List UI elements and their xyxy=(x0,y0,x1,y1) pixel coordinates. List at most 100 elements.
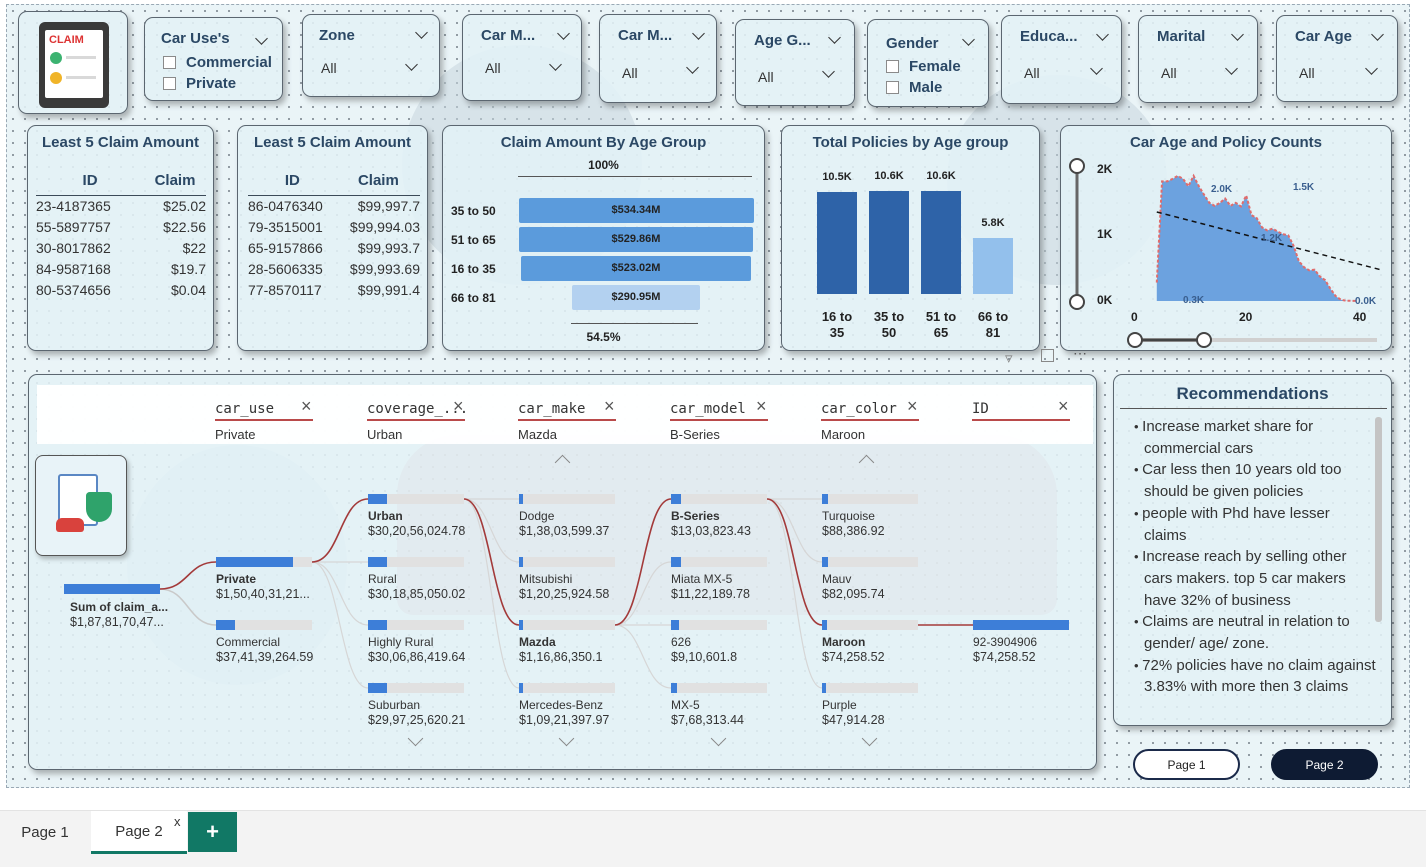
car-age-slicer[interactable]: Car Age All xyxy=(1276,15,1398,102)
node-bar[interactable] xyxy=(519,557,523,567)
node-bar[interactable] xyxy=(671,557,681,567)
page2-nav-button[interactable]: Page 2 xyxy=(1271,749,1378,780)
node-bar-track[interactable] xyxy=(822,620,918,630)
policy-bar[interactable] xyxy=(869,191,909,294)
table-row[interactable]: 65-9157866 $99,993.7 xyxy=(248,238,420,259)
node-bar-track[interactable] xyxy=(822,494,918,504)
node-bar-track[interactable] xyxy=(519,494,615,504)
more-options-icon[interactable]: ⋯ xyxy=(1073,345,1088,362)
focus-mode-icon[interactable] xyxy=(1041,349,1054,362)
funnel-bar[interactable]: $290.95M xyxy=(572,285,700,310)
chevron-down-icon[interactable] xyxy=(962,33,975,46)
table-row[interactable]: 28-5606335 $99,993.69 xyxy=(248,259,420,280)
slicer-value[interactable]: All xyxy=(321,60,337,76)
column-header-claim[interactable]: Claim xyxy=(144,172,206,196)
page1-nav-button[interactable]: Page 1 xyxy=(1133,749,1240,780)
node-bar[interactable] xyxy=(671,620,679,630)
column-header-id[interactable]: ID xyxy=(248,172,337,196)
table-row[interactable]: 23-4187365 $25.02 xyxy=(36,196,206,218)
table-row[interactable]: 84-9587168 $19.7 xyxy=(36,259,206,280)
node-bar[interactable] xyxy=(973,620,1069,630)
node-bar-track[interactable] xyxy=(519,683,615,693)
chevron-down-icon[interactable] xyxy=(255,32,268,45)
age-group-slicer[interactable]: Age G... All xyxy=(735,19,855,106)
slicer-value[interactable]: All xyxy=(1299,65,1315,81)
table-row[interactable]: 80-5374656 $0.04 xyxy=(36,280,206,301)
node-bar[interactable] xyxy=(671,683,677,693)
filter-icon[interactable]: ▿ xyxy=(1005,349,1013,367)
chevron-down-icon[interactable] xyxy=(1096,28,1109,41)
chevron-down-icon[interactable] xyxy=(1371,28,1384,41)
node-bar-track[interactable] xyxy=(519,557,615,567)
node-bar[interactable] xyxy=(519,494,523,504)
node-bar[interactable] xyxy=(216,620,236,630)
node-bar[interactable] xyxy=(822,683,826,693)
slicer-option-private[interactable]: Private xyxy=(163,75,236,92)
slider-handle[interactable] xyxy=(1069,158,1085,174)
node-bar[interactable] xyxy=(822,620,827,630)
policy-bar[interactable] xyxy=(921,191,961,294)
slicer-option-male[interactable]: Male xyxy=(886,79,942,96)
chevron-down-icon[interactable] xyxy=(1225,62,1238,75)
node-bar[interactable] xyxy=(671,494,681,504)
slicer-value[interactable]: All xyxy=(758,69,774,85)
education-slicer[interactable]: Educa... All xyxy=(1001,15,1122,104)
gender-slicer[interactable]: Gender Female Male xyxy=(867,19,989,107)
table-row[interactable]: 79-3515001 $99,994.03 xyxy=(248,217,420,238)
scrollbar[interactable] xyxy=(1375,417,1382,622)
funnel-bar[interactable]: $529.86M xyxy=(519,227,753,252)
chevron-down-icon[interactable] xyxy=(549,58,562,71)
table-row[interactable]: 77-8570117 $99,991.4 xyxy=(248,280,420,301)
decomposition-tree-card[interactable]: car_use × Private coverage_... × Urban car_mak… xyxy=(28,374,1097,770)
table-row[interactable]: 86-0476340 $99,997.7 xyxy=(248,196,420,218)
car-model-slicer[interactable]: Car M... All xyxy=(599,14,717,103)
column-header-id[interactable]: ID xyxy=(36,172,145,196)
marital-slicer[interactable]: Marital All xyxy=(1138,15,1258,103)
root-node-bar[interactable] xyxy=(64,584,160,594)
column-header-claim[interactable]: Claim xyxy=(336,172,420,196)
car-age-area-chart[interactable]: 2K 1K 0K 0 20 40 2.0K 1.5K 1.2K 0.3K 0.0K xyxy=(1061,126,1393,352)
close-tab-icon[interactable]: x xyxy=(174,814,181,829)
node-bar[interactable] xyxy=(822,494,828,504)
chevron-down-icon[interactable] xyxy=(822,65,835,78)
node-bar-track[interactable] xyxy=(822,557,918,567)
slicer-value[interactable]: All xyxy=(622,65,638,81)
node-bar-track[interactable] xyxy=(822,683,918,693)
chevron-down-icon[interactable] xyxy=(405,58,418,71)
node-bar[interactable] xyxy=(519,683,523,693)
node-bar-track[interactable] xyxy=(671,557,767,567)
node-bar-track[interactable] xyxy=(671,683,767,693)
chevron-down-icon[interactable] xyxy=(1231,28,1244,41)
checkbox[interactable] xyxy=(163,77,176,90)
slicer-option-female[interactable]: Female xyxy=(886,58,961,75)
chevron-down-icon[interactable] xyxy=(1090,62,1103,75)
node-bar[interactable] xyxy=(519,620,523,630)
table-row[interactable]: 55-5897757 $22.56 xyxy=(36,217,206,238)
policy-bar[interactable] xyxy=(973,237,1013,294)
slicer-value[interactable]: All xyxy=(1161,65,1177,81)
slicer-value[interactable]: All xyxy=(485,60,501,76)
node-bar[interactable] xyxy=(368,683,388,693)
tab-page-1[interactable]: Page 1 xyxy=(0,811,90,854)
chevron-down-icon[interactable] xyxy=(415,26,428,39)
funnel-bar[interactable]: $523.02M xyxy=(520,256,751,281)
chevron-down-icon[interactable] xyxy=(692,27,705,40)
car-use-slicer[interactable]: Car Use's Commercial Private xyxy=(144,17,283,101)
node-bar-track[interactable] xyxy=(671,494,767,504)
checkbox[interactable] xyxy=(886,60,899,73)
slicer-value[interactable]: All xyxy=(1024,65,1040,81)
slider-handle[interactable] xyxy=(1127,332,1143,348)
tab-page-2[interactable]: Page 2 xyxy=(91,811,187,854)
node-bar[interactable] xyxy=(822,557,828,567)
slider-handle[interactable] xyxy=(1069,294,1085,310)
slicer-option-commercial[interactable]: Commercial xyxy=(163,54,272,71)
car-make-slicer[interactable]: Car M... All xyxy=(462,14,582,101)
node-bar-track[interactable] xyxy=(519,620,615,630)
chevron-down-icon[interactable] xyxy=(557,27,570,40)
node-bar[interactable] xyxy=(368,620,388,630)
node-bar[interactable] xyxy=(368,494,388,504)
checkbox[interactable] xyxy=(886,81,899,94)
funnel-bar[interactable]: $534.34M xyxy=(518,198,754,223)
slider-handle[interactable] xyxy=(1196,332,1212,348)
add-page-button[interactable]: + xyxy=(188,812,237,852)
